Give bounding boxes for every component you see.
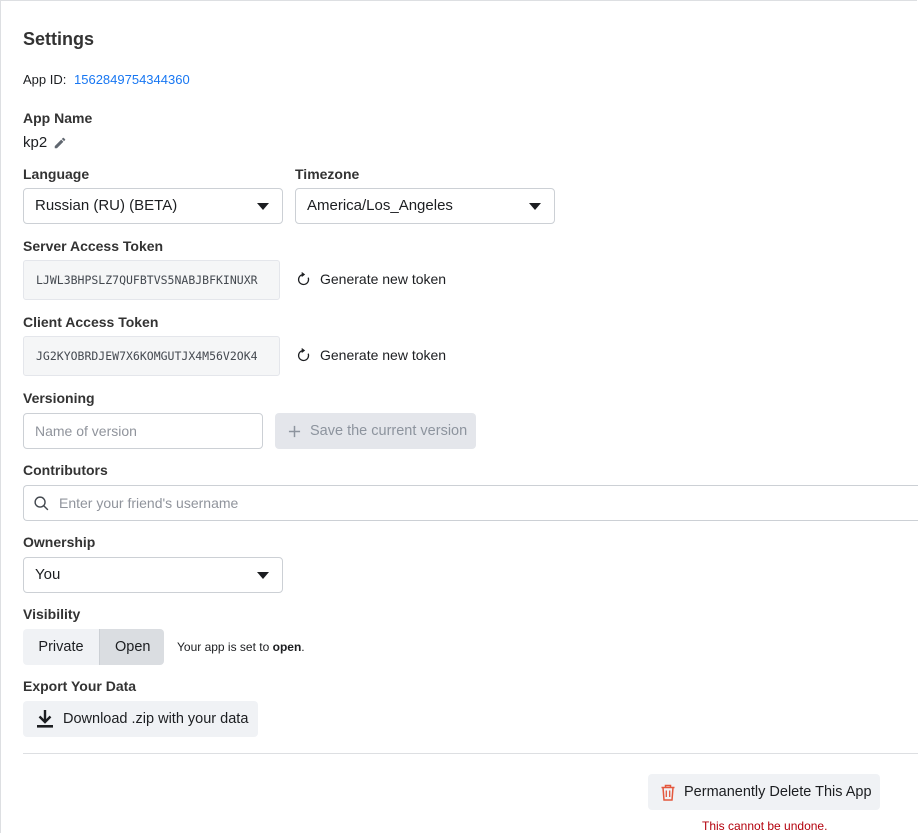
trash-icon [661, 784, 675, 801]
timezone-select-value: America/Los_Angeles [307, 197, 453, 214]
search-icon [34, 495, 49, 510]
page-title: Settings [23, 29, 95, 49]
delete-warning-text: This cannot be undone. [702, 819, 828, 833]
chevron-down-icon [529, 203, 541, 210]
refresh-icon [297, 271, 310, 285]
download-data-button[interactable]: Download .zip with your data [23, 701, 258, 737]
visibility-note-suffix: . [301, 640, 305, 654]
save-version-label: Save the current version [310, 423, 468, 439]
chevron-down-icon [257, 203, 269, 210]
client-token-label: Client Access Token [23, 314, 159, 330]
app-name-value: kp2 [23, 134, 48, 151]
app-name-label: App Name [23, 110, 93, 126]
visibility-note-prefix: Your app is set to [177, 640, 273, 654]
download-icon [37, 710, 53, 728]
app-id-value[interactable]: 1562849754344360 [74, 72, 190, 87]
visibility-private-option[interactable]: Private [23, 629, 99, 665]
delete-app-label: Permanently Delete This App [684, 784, 872, 800]
pencil-icon[interactable] [53, 136, 67, 150]
visibility-toggle: Private Open [23, 629, 164, 665]
visibility-label: Visibility [23, 606, 81, 622]
export-label: Export Your Data [23, 678, 137, 694]
visibility-status-text: Your app is set to open. [177, 640, 305, 654]
contributors-search[interactable] [23, 485, 918, 521]
ownership-label: Ownership [23, 534, 96, 550]
visibility-note-value: open [272, 640, 302, 654]
ownership-select-value: You [35, 566, 61, 583]
versioning-label: Versioning [23, 390, 95, 406]
contributors-label: Contributors [23, 462, 108, 478]
generate-token-label: Generate new token [320, 347, 447, 363]
timezone-select[interactable]: America/Los_Angeles [295, 188, 555, 224]
generate-token-label: Generate new token [320, 271, 447, 287]
server-generate-token-button[interactable]: Generate new token [296, 271, 446, 287]
language-select-value: Russian (RU) (BETA) [35, 197, 178, 214]
delete-app-button[interactable]: Permanently Delete This App [648, 774, 880, 810]
download-data-label: Download .zip with your data [63, 711, 249, 727]
contributors-search-input[interactable] [57, 494, 861, 512]
section-divider [23, 753, 918, 754]
client-generate-token-button[interactable]: Generate new token [296, 347, 446, 363]
server-token-field[interactable]: LJWL3BHPSLZ7QUFBTVS5NABJBFKINUXR [23, 260, 280, 300]
refresh-icon [297, 347, 310, 361]
language-select[interactable]: Russian (RU) (BETA) [23, 188, 283, 224]
client-token-field[interactable]: JG2KYOBRDJEW7X6KOMGUTJX4M56V2OK4 [23, 336, 280, 376]
save-version-button[interactable]: Save the current version [275, 413, 476, 449]
app-id-label: App ID: [23, 72, 67, 87]
language-label: Language [23, 166, 90, 182]
server-token-label: Server Access Token [23, 238, 164, 254]
version-name-input[interactable] [23, 413, 263, 449]
plus-icon [288, 425, 301, 437]
ownership-select[interactable]: You [23, 557, 283, 593]
timezone-label: Timezone [295, 166, 360, 182]
visibility-open-option[interactable]: Open [99, 629, 164, 665]
chevron-down-icon [257, 572, 269, 579]
settings-panel: Settings App ID: 1562849754344360 App Na… [0, 0, 918, 833]
